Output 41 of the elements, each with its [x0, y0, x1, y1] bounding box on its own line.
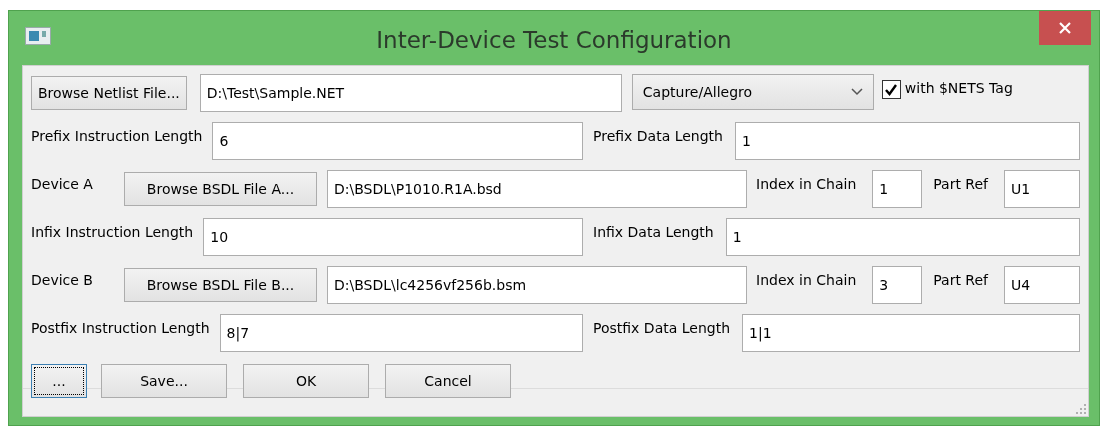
checkbox-label: with $NETS Tag [904, 79, 1013, 98]
browse-button[interactable]: Browse BSDL File B... [124, 268, 317, 302]
browse-button[interactable]: Browse Netlist File... [31, 76, 187, 110]
close-icon [1058, 21, 1072, 35]
text-field[interactable]: U4 [1004, 266, 1080, 304]
field-label: Part Ref [933, 175, 988, 194]
chevron-down-icon [850, 88, 863, 96]
text-field[interactable]: 1 [872, 170, 923, 208]
text-field[interactable]: 1 [735, 122, 1080, 160]
text-field[interactable]: 6 [212, 122, 583, 160]
window-title: Inter-Device Test Configuration [375, 25, 733, 55]
field-label: Postfix Instruction Length [31, 319, 210, 338]
more-button[interactable]: ... [31, 364, 87, 398]
text-field[interactable]: D:\Test\Sample.NET [199, 74, 622, 112]
close-button[interactable] [1039, 11, 1091, 45]
text-field[interactable]: 1|1 [742, 314, 1080, 352]
field-label: Infix Data Length [593, 223, 714, 242]
dialog-button[interactable]: Save... [101, 364, 227, 398]
field-label: Postfix Data Length [593, 319, 730, 338]
format-dropdown[interactable]: Capture/Allegro [631, 74, 874, 110]
field-label: Index in Chain [756, 175, 857, 194]
field-label: Device A [31, 175, 94, 194]
field-label: Prefix Data Length [593, 127, 723, 146]
resize-grip-icon[interactable] [1076, 404, 1086, 414]
field-label: Index in Chain [756, 271, 857, 290]
text-field[interactable]: 10 [203, 218, 583, 256]
dialog-button[interactable]: Cancel [385, 364, 511, 398]
text-field[interactable]: 3 [872, 266, 923, 304]
field-label: Part Ref [933, 271, 988, 290]
field-label: Device B [31, 271, 94, 290]
text-field[interactable]: 8|7 [219, 314, 583, 352]
dialog-button[interactable]: OK [243, 364, 369, 398]
field-label: Infix Instruction Length [31, 223, 194, 242]
field-label: Prefix Instruction Length [31, 127, 203, 146]
app-icon [25, 27, 51, 45]
text-field[interactable]: 1 [725, 218, 1080, 256]
checkbox[interactable] [881, 80, 901, 99]
text-field[interactable]: D:\BSDL\P1010.R1A.bsd [327, 170, 748, 208]
text-field[interactable]: D:\BSDL\lc4256vf256b.bsm [327, 266, 748, 304]
browse-button[interactable]: Browse BSDL File A... [124, 172, 317, 206]
text-field[interactable]: U1 [1004, 170, 1080, 208]
